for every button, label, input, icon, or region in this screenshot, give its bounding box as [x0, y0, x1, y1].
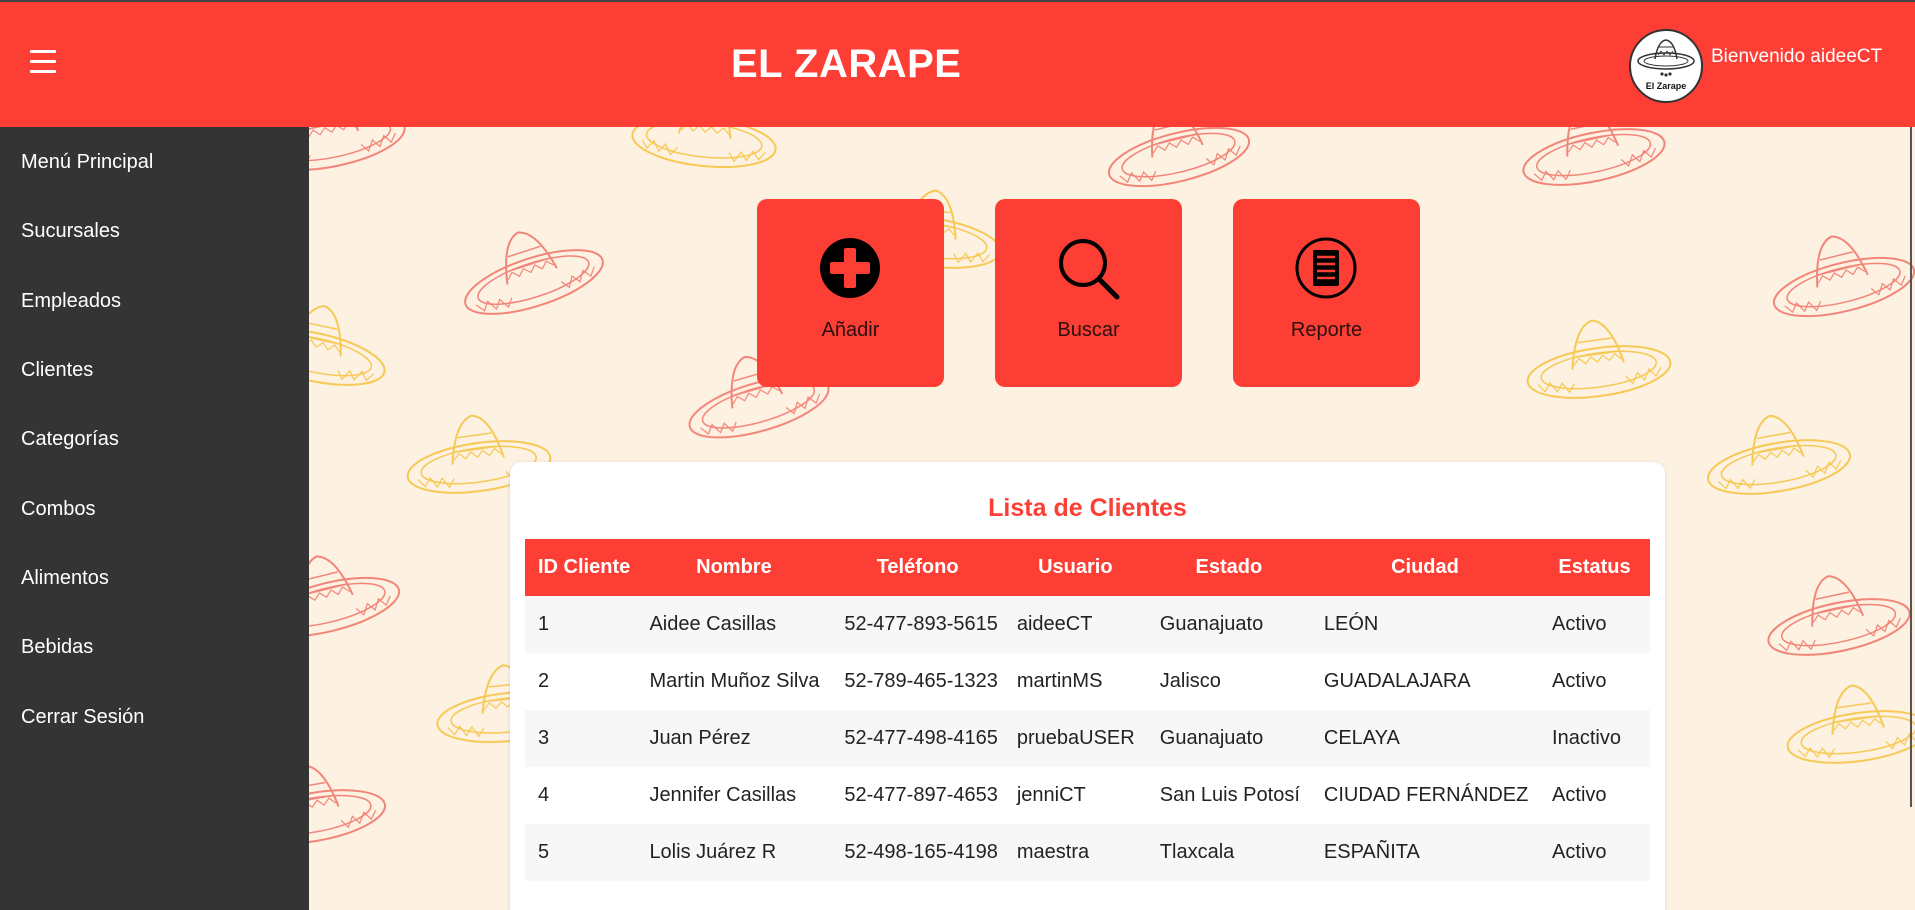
- table-row[interactable]: 4 Jennifer Casillas 52-477-897-4653 jenn…: [525, 767, 1650, 824]
- cell-estado: Jalisco: [1159, 670, 1221, 692]
- column-header-estado[interactable]: Estado: [1147, 539, 1311, 596]
- column-header-nombre[interactable]: Nombre: [636, 539, 831, 596]
- sombrero-logo-icon: El Zarape: [1637, 39, 1695, 91]
- sidebar: Menú Principal Sucursales Empleados Clie…: [0, 127, 309, 910]
- table-row[interactable]: 1 Aidee Casillas 52-477-893-5615 aideeCT…: [525, 596, 1650, 653]
- cell-ciudad: LEÓN: [1323, 613, 1379, 635]
- cell-id: 1: [538, 613, 550, 635]
- cell-estatus: Activo: [1552, 613, 1607, 635]
- column-header-estatus[interactable]: Estatus: [1539, 539, 1650, 596]
- cell-nombre: Jennifer Casillas: [649, 784, 797, 806]
- sidebar-item-alimentos[interactable]: Alimentos: [21, 567, 109, 590]
- cell-usuario: pruebaUSER: [1016, 727, 1135, 749]
- cell-estatus: Activo: [1552, 784, 1607, 806]
- cell-estatus: Inactivo: [1552, 727, 1621, 749]
- cell-nombre: Lolis Juárez R: [649, 841, 777, 863]
- add-circle-icon: [820, 238, 880, 298]
- cell-telefono: 52-477-893-5615: [844, 613, 998, 635]
- search-icon: [1059, 239, 1120, 300]
- column-header-usuario[interactable]: Usuario: [1004, 539, 1147, 596]
- cell-estado: Guanajuato: [1159, 727, 1264, 749]
- welcome-text: Bienvenido aideeCT: [1711, 46, 1883, 67]
- cell-telefono: 52-477-897-4653: [844, 784, 998, 806]
- cell-id: 3: [538, 727, 550, 749]
- clients-table-card: Lista de Clientes ID Cliente Nombre Telé…: [510, 462, 1665, 910]
- vertical-scrollbar[interactable]: [1910, 127, 1912, 807]
- clients-table-title: Lista de Clientes: [988, 494, 1187, 522]
- cell-telefono: 52-498-165-4198: [844, 841, 998, 863]
- cell-nombre: Martin Muñoz Silva: [649, 670, 820, 692]
- column-header-telefono[interactable]: Teléfono: [831, 539, 1003, 596]
- cell-usuario: jenniCT: [1016, 784, 1086, 806]
- sidebar-item-combos[interactable]: Combos: [21, 498, 95, 521]
- hamburger-menu-icon[interactable]: [30, 50, 56, 74]
- cell-estado: Tlaxcala: [1159, 841, 1235, 863]
- sidebar-item-clientes[interactable]: Clientes: [21, 359, 93, 382]
- table-row[interactable]: 5 Lolis Juárez R 52-498-165-4198 maestra…: [525, 824, 1650, 881]
- cell-telefono: 52-789-465-1323: [844, 670, 998, 692]
- cell-id: 2: [538, 670, 550, 692]
- column-header-ciudad[interactable]: Ciudad: [1311, 539, 1539, 596]
- cell-usuario: maestra: [1016, 841, 1090, 863]
- table-row[interactable]: 3 Juan Pérez 52-477-498-4165 pruebaUSER …: [525, 710, 1650, 767]
- table-header-row: ID Cliente Nombre Teléfono Usuario Estad…: [525, 539, 1650, 596]
- cell-usuario: martinMS: [1016, 670, 1103, 692]
- top-header: EL ZARAPE El Zarape Bienvenido aideeCT: [0, 0, 1915, 127]
- cell-estatus: Activo: [1552, 841, 1607, 863]
- cell-ciudad: ESPAÑITA: [1323, 841, 1420, 863]
- cell-nombre: Aidee Casillas: [649, 613, 777, 635]
- cell-id: 5: [538, 841, 550, 863]
- cell-ciudad: CIUDAD FERNÁNDEZ: [1323, 784, 1529, 806]
- cell-ciudad: CELAYA: [1323, 727, 1400, 749]
- search-button[interactable]: Buscar: [995, 199, 1182, 387]
- add-button-label: Añadir: [821, 319, 880, 341]
- clients-table: ID Cliente Nombre Teléfono Usuario Estad…: [525, 539, 1650, 881]
- report-button[interactable]: Reporte: [1233, 199, 1420, 387]
- sidebar-item-menu-principal[interactable]: Menú Principal: [21, 151, 153, 174]
- cell-ciudad: GUADALAJARA: [1323, 670, 1471, 692]
- brand-logo-avatar: El Zarape: [1629, 29, 1703, 103]
- cell-estatus: Activo: [1552, 670, 1607, 692]
- sidebar-item-empleados[interactable]: Empleados: [21, 290, 121, 313]
- search-button-label: Buscar: [1057, 319, 1120, 341]
- report-icon: [1295, 237, 1357, 299]
- add-button[interactable]: Añadir: [757, 199, 944, 387]
- table-row[interactable]: 2 Martin Muñoz Silva 52-789-465-1323 mar…: [525, 653, 1650, 710]
- cell-telefono: 52-477-498-4165: [844, 727, 998, 749]
- report-button-label: Reporte: [1290, 319, 1363, 341]
- cell-id: 4: [538, 784, 550, 806]
- cell-nombre: Juan Pérez: [649, 727, 751, 749]
- svg-text:El Zarape: El Zarape: [1646, 81, 1687, 91]
- sidebar-item-categorias[interactable]: Categorías: [21, 428, 119, 451]
- cell-usuario: aideeCT: [1016, 613, 1093, 635]
- cell-estado: Guanajuato: [1159, 613, 1264, 635]
- column-header-id[interactable]: ID Cliente: [525, 539, 636, 596]
- sidebar-item-cerrar-sesion[interactable]: Cerrar Sesión: [21, 706, 144, 729]
- cell-estado: San Luis Potosí: [1159, 784, 1300, 806]
- sidebar-item-bebidas[interactable]: Bebidas: [21, 636, 93, 659]
- app-title: EL ZARAPE: [731, 42, 962, 86]
- sidebar-item-sucursales[interactable]: Sucursales: [21, 220, 120, 243]
